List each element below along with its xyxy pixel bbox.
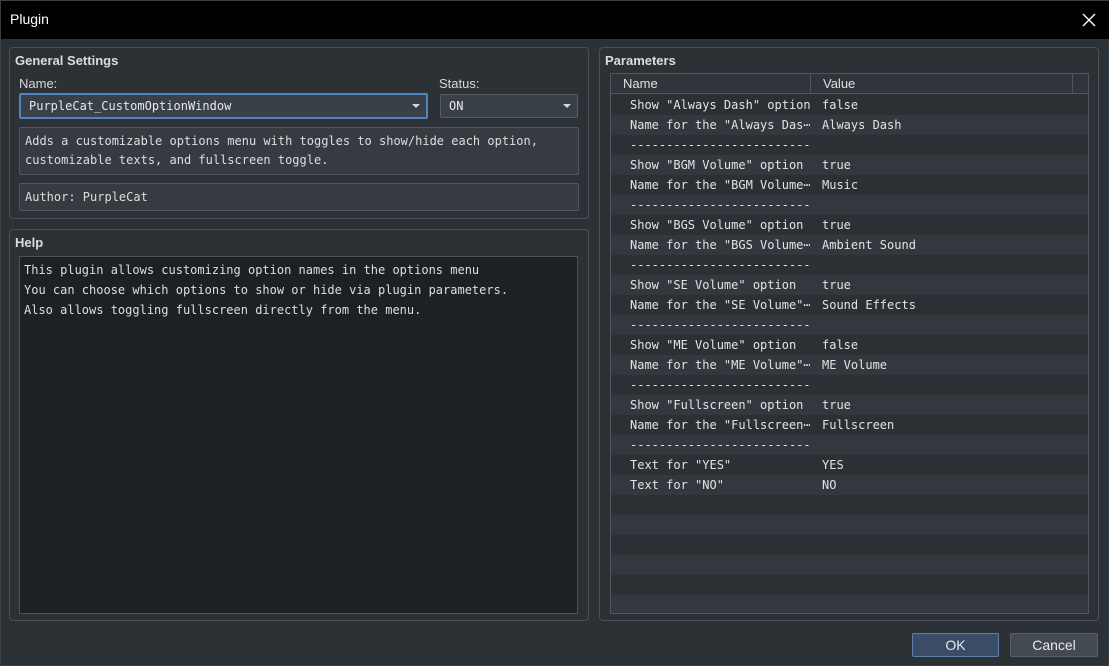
param-value-cell: Sound Effects (822, 298, 916, 312)
plugin-name-combobox[interactable]: PurpleCat_CustomOptionWindow (19, 93, 428, 119)
table-row[interactable] (611, 535, 1088, 555)
param-value-cell: true (822, 278, 851, 292)
description-field[interactable]: Adds a customizable options menu with to… (19, 127, 579, 175)
table-row[interactable] (611, 495, 1088, 515)
table-row[interactable] (611, 515, 1088, 535)
param-value-cell: false (822, 98, 859, 112)
table-body: Show "Always Dash" option false Name for t… (611, 95, 1088, 613)
param-value-cell: Ambient Sound (822, 238, 916, 252)
ok-button[interactable]: OK (912, 633, 999, 657)
param-name-cell: -------------------------- (630, 438, 810, 452)
help-text-area[interactable]: This plugin allows customizing option na… (19, 256, 578, 614)
table-row[interactable]: -------------------------- (611, 315, 1088, 335)
status-combobox[interactable]: ON (440, 94, 578, 118)
table-row[interactable]: Text for "YES" YES (611, 455, 1088, 475)
table-row[interactable]: Show "BGS Volume" option true (611, 215, 1088, 235)
param-name-cell: Show "Fullscreen" option (630, 398, 804, 412)
column-header-value[interactable]: Value (823, 76, 855, 91)
param-name-cell: Name for the "BGM Volume⋯ (630, 178, 810, 192)
table-row[interactable]: Name for the "BGS Volume⋯ Ambient Sound (611, 235, 1088, 255)
cancel-button[interactable]: Cancel (1010, 633, 1098, 657)
chevron-down-icon (412, 104, 420, 108)
table-row[interactable]: -------------------------- (611, 435, 1088, 455)
column-divider[interactable] (1072, 74, 1073, 94)
name-label: Name: (19, 76, 58, 91)
table-row[interactable] (611, 555, 1088, 575)
table-row[interactable]: Name for the "ME Volume"⋯ ME Volume (611, 355, 1088, 375)
param-value-cell: true (822, 398, 851, 412)
param-name-cell: Text for "NO" (630, 478, 724, 492)
param-value-cell: false (822, 338, 859, 352)
table-row[interactable]: -------------------------- (611, 375, 1088, 395)
param-name-cell: Name for the "BGS Volume⋯ (630, 238, 810, 252)
table-row[interactable]: Name for the "Fullscreen⋯ Fullscreen (611, 415, 1088, 435)
table-row[interactable]: -------------------------- (611, 195, 1088, 215)
author-field[interactable]: Author: PurpleCat (19, 183, 579, 211)
table-row[interactable]: Name for the "Always Das⋯ Always Dash (611, 115, 1088, 135)
status-value: ON (449, 99, 464, 113)
window-title: Plugin (10, 11, 49, 27)
table-row[interactable]: Show "Fullscreen" option true (611, 395, 1088, 415)
param-value-cell: ME Volume (822, 358, 888, 372)
param-value-cell: Always Dash (822, 118, 902, 132)
table-row[interactable]: Show "ME Volume" option false (611, 335, 1088, 355)
param-value-cell: true (822, 158, 851, 172)
param-name-cell: -------------------------- (630, 258, 810, 272)
param-name-cell: Show "Always Dash" option (630, 98, 810, 112)
table-row[interactable]: Show "BGM Volume" option true (611, 155, 1088, 175)
parameters-title: Parameters (605, 53, 676, 68)
chevron-down-icon (563, 104, 571, 108)
plugin-name-value: PurpleCat_CustomOptionWindow (29, 99, 232, 113)
param-name-cell: Show "BGS Volume" option (630, 218, 804, 232)
column-divider[interactable] (810, 74, 811, 94)
parameters-table: Name Value Show "Always Dash" option fals… (610, 73, 1089, 614)
param-value-cell: YES (822, 458, 844, 472)
plugin-dialog: Plugin General Settings Name: PurpleCat_… (0, 0, 1109, 666)
param-name-cell: Name for the "SE Volume"⋯ (630, 298, 810, 312)
close-icon[interactable] (1078, 9, 1100, 31)
table-row[interactable] (611, 595, 1088, 613)
help-line: You can choose which options to show or … (24, 283, 509, 297)
general-settings-title: General Settings (15, 53, 119, 68)
table-row[interactable]: Show "Always Dash" option false (611, 95, 1088, 115)
table-row[interactable]: Name for the "SE Volume"⋯ Sound Effects (611, 295, 1088, 315)
param-name-cell: Name for the "Fullscreen⋯ (630, 418, 810, 432)
param-value-cell: Music (822, 178, 859, 192)
param-name-cell: Show "BGM Volume" option (630, 158, 804, 172)
param-value-cell: NO (822, 478, 837, 492)
param-name-cell: Name for the "ME Volume"⋯ (630, 358, 810, 372)
table-row[interactable]: Name for the "BGM Volume⋯ Music (611, 175, 1088, 195)
param-name-cell: -------------------------- (630, 318, 810, 332)
param-name-cell: Text for "YES" (630, 458, 732, 472)
param-name-cell: Show "SE Volume" option (630, 278, 797, 292)
title-bar: Plugin (1, 1, 1109, 39)
table-row[interactable]: Text for "NO" NO (611, 475, 1088, 495)
param-name-cell: -------------------------- (630, 198, 810, 212)
table-row[interactable]: -------------------------- (611, 135, 1088, 155)
help-title: Help (15, 235, 44, 250)
param-name-cell: -------------------------- (630, 378, 810, 392)
param-value-cell: Fullscreen (822, 418, 895, 432)
param-name-cell: Show "ME Volume" option (630, 338, 797, 352)
table-row[interactable]: Show "SE Volume" option true (611, 275, 1088, 295)
param-name-cell: -------------------------- (630, 138, 810, 152)
table-row[interactable]: -------------------------- (611, 255, 1088, 275)
table-row[interactable] (611, 575, 1088, 595)
status-label: Status: (439, 76, 480, 91)
help-line: Also allows toggling fullscreen directly… (24, 303, 422, 317)
param-name-cell: Name for the "Always Das⋯ (630, 118, 810, 132)
column-header-name[interactable]: Name (623, 76, 658, 91)
param-value-cell: true (822, 218, 851, 232)
table-header: Name Value (611, 74, 1088, 94)
help-line: This plugin allows customizing option na… (24, 263, 480, 277)
